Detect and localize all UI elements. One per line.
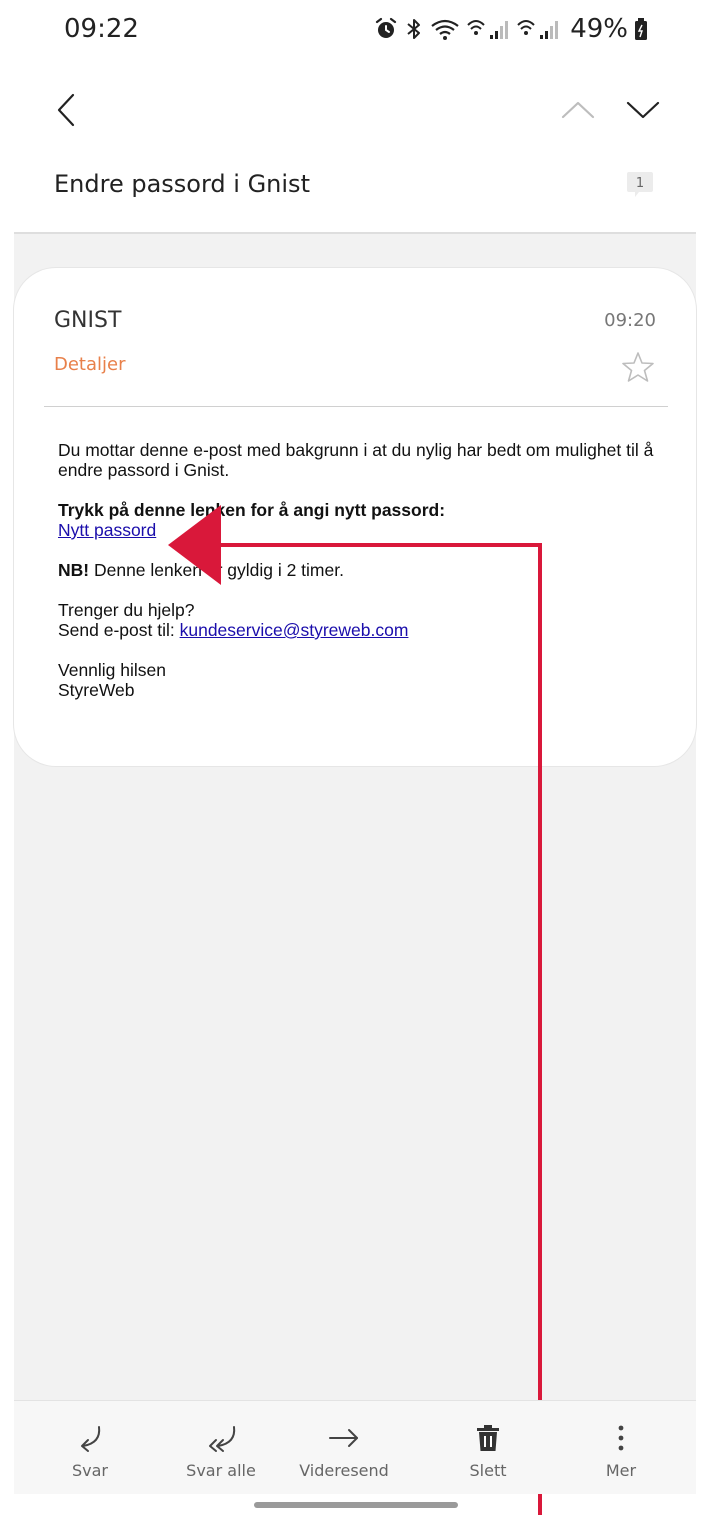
thread-count-badge: 1 bbox=[625, 170, 655, 198]
reply-all-label: Svar alle bbox=[186, 1461, 256, 1480]
more-label: Mer bbox=[605, 1461, 637, 1480]
bluetooth-icon bbox=[407, 19, 421, 39]
reset-password-link[interactable]: Nytt passord bbox=[58, 520, 156, 540]
reply-button[interactable]: Svar bbox=[40, 1423, 140, 1491]
closing-text: Vennlig hilsen bbox=[58, 660, 166, 680]
help-question: Trenger du hjelp? bbox=[58, 600, 195, 620]
star-icon bbox=[622, 352, 654, 382]
reply-label: Svar bbox=[71, 1461, 108, 1480]
subject-row: Endre passord i Gnist bbox=[0, 156, 704, 232]
bottom-action-bar: Svar Svar alle Videresend Slett Mer bbox=[14, 1400, 696, 1494]
email-subject: Endre passord i Gnist bbox=[54, 170, 310, 198]
forward-button[interactable]: Videresend bbox=[294, 1423, 394, 1491]
thread-count: 1 bbox=[636, 176, 644, 191]
card-divider bbox=[44, 406, 668, 407]
battery-percent: 49% bbox=[570, 14, 628, 44]
next-message-button[interactable] bbox=[619, 86, 667, 134]
sim1-signal-icon bbox=[467, 20, 509, 39]
back-button[interactable] bbox=[42, 86, 90, 134]
alarm-icon bbox=[376, 17, 397, 38]
nb-label: NB! bbox=[58, 560, 90, 580]
email-body: Du mottar denne e-post med bakgrunn i at… bbox=[58, 440, 658, 700]
chevron-up-icon bbox=[561, 101, 595, 119]
body-instruction: Trykk på denne lenken for å angi nytt pa… bbox=[58, 500, 446, 520]
sender-name[interactable]: GNIST bbox=[54, 308, 121, 333]
chevron-down-icon bbox=[626, 101, 660, 119]
help-prefix: Send e-post til: bbox=[58, 620, 180, 640]
sim2-signal-icon bbox=[517, 20, 559, 39]
support-email-link[interactable]: kundeservice@styreweb.com bbox=[180, 620, 409, 640]
help-line: Send e-post til: kundeservice@styreweb.c… bbox=[58, 620, 658, 640]
delete-label: Slett bbox=[469, 1461, 507, 1480]
more-button[interactable]: Mer bbox=[571, 1423, 671, 1491]
reply-all-button[interactable]: Svar alle bbox=[171, 1423, 271, 1491]
forward-label: Videresend bbox=[299, 1461, 389, 1480]
trash-icon bbox=[477, 1425, 499, 1451]
top-navigation bbox=[0, 66, 704, 156]
status-icons: 49% bbox=[374, 14, 648, 44]
details-link[interactable]: Detaljer bbox=[54, 354, 126, 375]
status-time: 09:22 bbox=[64, 14, 139, 44]
star-button[interactable] bbox=[621, 350, 655, 384]
more-vertical-icon bbox=[618, 1425, 624, 1451]
battery-icon bbox=[635, 18, 647, 40]
forward-icon bbox=[329, 1429, 358, 1447]
reply-all-icon bbox=[209, 1426, 236, 1452]
signature-text: StyreWeb bbox=[58, 680, 135, 700]
delete-button[interactable]: Slett bbox=[438, 1423, 538, 1491]
chevron-left-icon bbox=[57, 93, 75, 127]
body-intro: Du mottar denne e-post med bakgrunn i at… bbox=[58, 440, 654, 480]
nb-text: Denne lenken er gyldig i 2 timer. bbox=[89, 560, 344, 580]
received-time: 09:20 bbox=[604, 310, 656, 331]
previous-message-button[interactable] bbox=[554, 86, 602, 134]
reply-icon bbox=[81, 1426, 101, 1452]
home-indicator[interactable] bbox=[254, 1502, 458, 1508]
body-nb: NB! Denne lenken er gyldig i 2 timer. bbox=[58, 560, 658, 580]
wifi-icon bbox=[431, 19, 459, 40]
status-bar: 09:22 49% bbox=[0, 0, 704, 66]
